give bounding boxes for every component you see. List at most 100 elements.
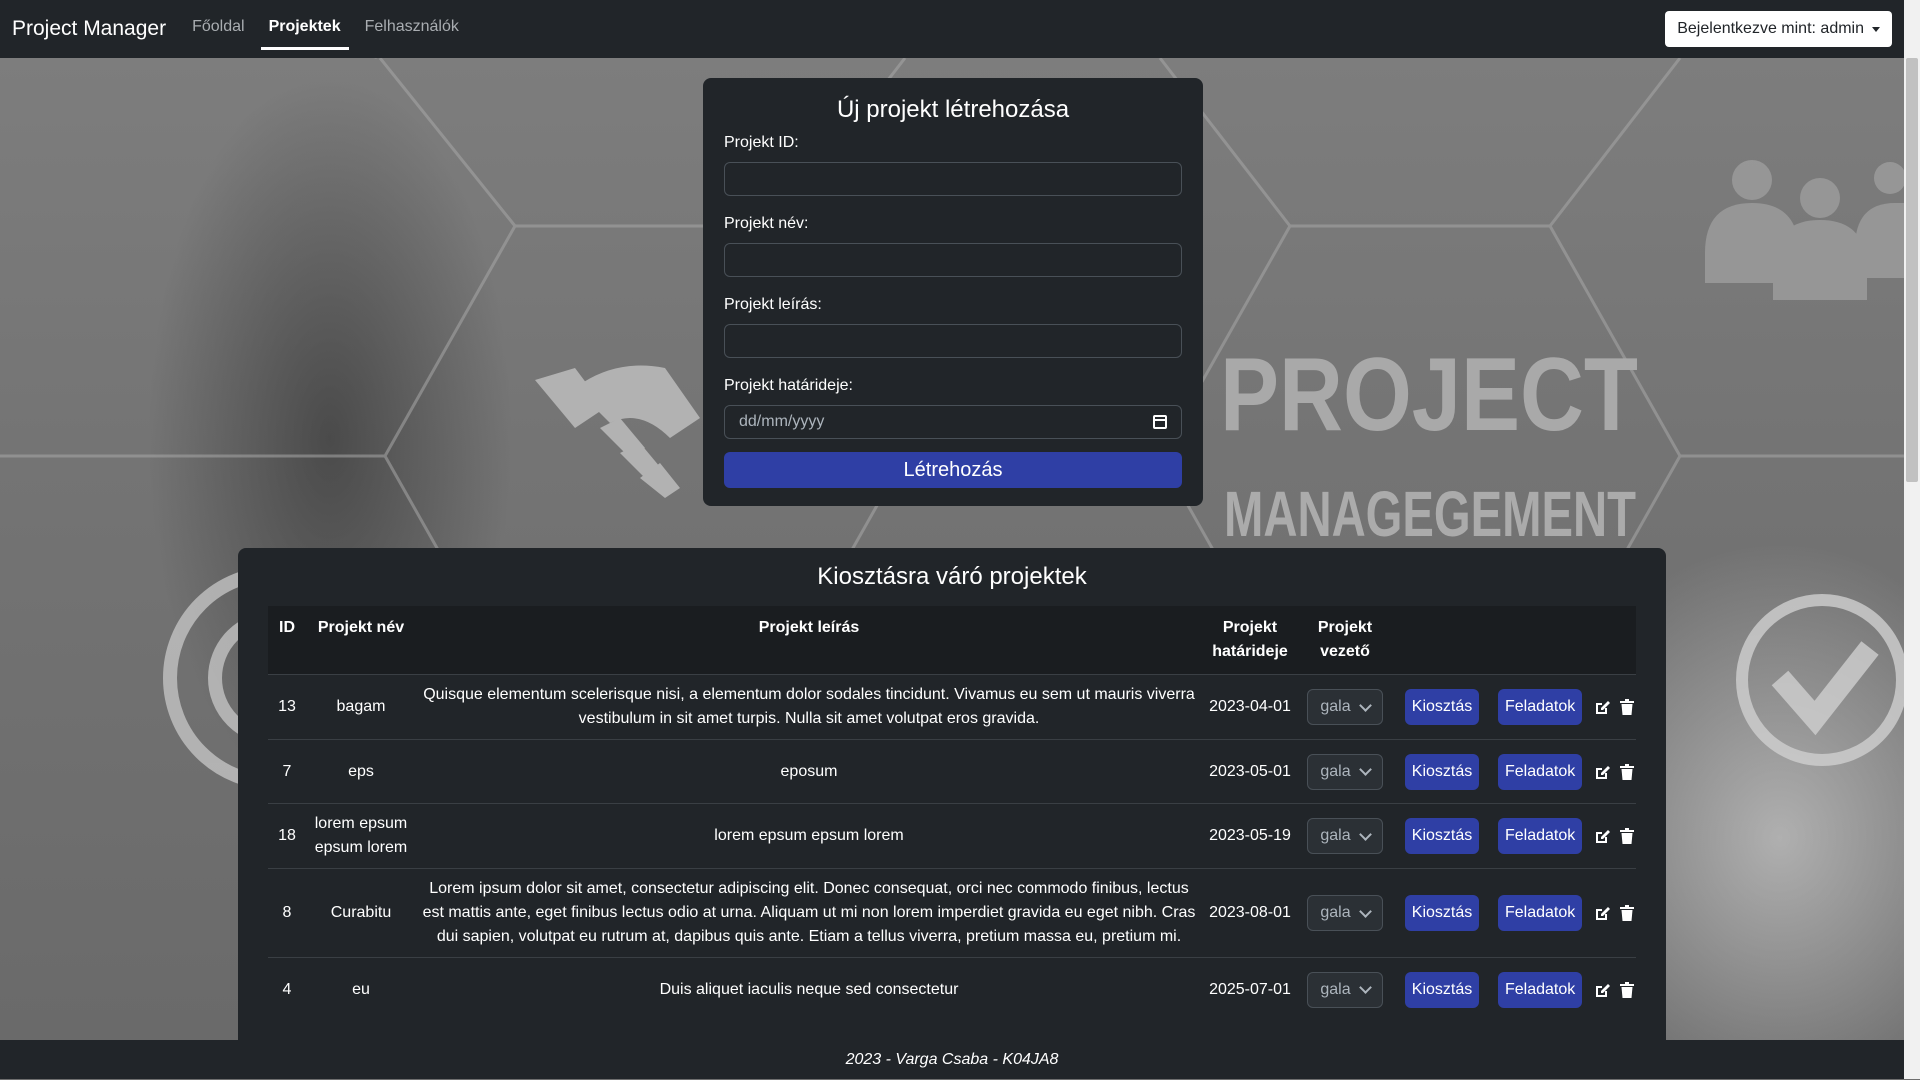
- cell-name: eps: [306, 739, 416, 804]
- bg-management-text: MANAGEGEMENT: [1224, 478, 1636, 550]
- leader-select[interactable]: gala: [1307, 753, 1383, 790]
- cell-actions: Feladatok: [1492, 674, 1636, 740]
- assign-button[interactable]: Kiosztás: [1404, 689, 1480, 725]
- chevron-down-icon: [1358, 698, 1372, 712]
- tasks-button[interactable]: Feladatok: [1498, 971, 1583, 1008]
- edit-icon[interactable]: [1594, 982, 1611, 998]
- cell-actions: Feladatok: [1492, 957, 1636, 1022]
- cell-deadline: 2023-04-01: [1202, 674, 1298, 740]
- tasks-button[interactable]: Feladatok: [1498, 753, 1583, 790]
- table-body: 13 bagam Quisque elementum scelerisque n…: [268, 674, 1636, 1022]
- cell-leader: gala: [1298, 803, 1392, 869]
- tasks-button[interactable]: Feladatok: [1498, 689, 1583, 725]
- leader-select-value: gala: [1320, 762, 1351, 780]
- cell-name: Curabitu: [306, 868, 416, 958]
- leader-select[interactable]: gala: [1307, 895, 1383, 931]
- create-project-button[interactable]: Létrehozás: [724, 452, 1182, 488]
- cell-actions: Feladatok: [1492, 739, 1636, 804]
- table-row: 13 bagam Quisque elementum scelerisque n…: [268, 674, 1636, 740]
- assign-button[interactable]: Kiosztás: [1404, 895, 1480, 931]
- edit-icon[interactable]: [1594, 828, 1611, 844]
- col-header-desc: Projekt leírás: [416, 606, 1202, 675]
- cell-leader: gala: [1298, 868, 1392, 958]
- leader-select-value: gala: [1320, 904, 1351, 921]
- project-deadline-label: Projekt határideje:: [724, 377, 853, 394]
- leader-select[interactable]: gala: [1307, 818, 1383, 854]
- cell-actions: Feladatok: [1492, 868, 1636, 958]
- cell-id: 7: [268, 739, 306, 804]
- assign-button[interactable]: Kiosztás: [1404, 818, 1480, 854]
- form-title: Új projekt létrehozása: [836, 96, 1070, 123]
- project-name-label: Projekt név:: [724, 215, 809, 232]
- pending-projects-card: Kiosztásra váró projektek ID Projekt név…: [238, 548, 1666, 1048]
- chevron-down-icon: [1358, 904, 1372, 918]
- edit-icon[interactable]: [1594, 764, 1611, 780]
- cell-id: 8: [268, 868, 306, 958]
- brand-link[interactable]: Project Manager: [12, 17, 166, 41]
- user-menu-label: Bejelentkezve mint: admin: [1677, 20, 1864, 37]
- trash-icon[interactable]: [1620, 828, 1635, 844]
- page-footer: 2023 - Varga Csaba - K04JA8: [0, 1040, 1904, 1079]
- cell-desc: Quisque elementum scelerisque nisi, a el…: [416, 674, 1202, 740]
- project-deadline-input[interactable]: dd/mm/yyyy: [724, 405, 1182, 439]
- project-name-input[interactable]: [724, 243, 1182, 277]
- assign-button[interactable]: Kiosztás: [1404, 753, 1480, 790]
- cell-assign: Kiosztás: [1392, 674, 1492, 740]
- trash-icon[interactable]: [1620, 699, 1635, 715]
- top-navbar: Project Manager Főoldal Projektek Felhas…: [0, 0, 1904, 58]
- col-header-id: ID: [268, 606, 306, 675]
- cell-leader: gala: [1298, 739, 1392, 804]
- trash-icon[interactable]: [1620, 981, 1635, 998]
- row-actions: Feladatok: [1498, 818, 1635, 854]
- cell-deadline: 2023-05-19: [1202, 803, 1298, 869]
- cell-assign: Kiosztás: [1392, 739, 1492, 804]
- row-actions: Feladatok: [1498, 971, 1635, 1008]
- deadline-placeholder: dd/mm/yyyy: [739, 413, 825, 430]
- project-id-input[interactable]: [724, 162, 1182, 196]
- caret-down-icon: [1872, 26, 1880, 32]
- table-row: 8 Curabitu Lorem ipsum dolor sit amet, c…: [268, 868, 1636, 958]
- table-row: 18 lorem epsum epsum lorem lorem epsum e…: [268, 803, 1636, 869]
- chevron-down-icon: [1358, 763, 1372, 776]
- nav-link-users[interactable]: Felhasználók: [357, 0, 467, 58]
- project-desc-input[interactable]: [724, 324, 1182, 358]
- cell-id: 18: [268, 803, 306, 869]
- col-header-actions: [1492, 606, 1636, 675]
- row-actions: Feladatok: [1498, 689, 1635, 725]
- bg-project-text: PROJECT: [1220, 337, 1638, 453]
- table-row: 4 eu Duis aliquet iaculis neque sed cons…: [268, 957, 1636, 1022]
- assign-button[interactable]: Kiosztás: [1404, 971, 1480, 1008]
- trash-icon[interactable]: [1620, 763, 1635, 780]
- cell-assign: Kiosztás: [1392, 957, 1492, 1022]
- col-header-leader: Projekt vezető: [1298, 606, 1392, 675]
- leader-select[interactable]: gala: [1307, 689, 1383, 725]
- tasks-button[interactable]: Feladatok: [1498, 818, 1583, 854]
- cell-desc: Lorem ipsum dolor sit amet, consectetur …: [416, 868, 1202, 958]
- nav-link-projects[interactable]: Projektek: [260, 0, 349, 58]
- leader-select-value: gala: [1320, 698, 1351, 715]
- scrollbar-thumb[interactable]: [1906, 58, 1918, 482]
- user-menu-button[interactable]: Bejelentkezve mint: admin: [1665, 11, 1892, 47]
- project-desc-label: Projekt leírás:: [724, 296, 822, 313]
- tasks-button[interactable]: Feladatok: [1498, 895, 1583, 931]
- col-header-deadline: Projekt határideje: [1202, 606, 1298, 675]
- leader-select[interactable]: gala: [1307, 971, 1383, 1008]
- cell-deadline: 2023-05-01: [1202, 739, 1298, 804]
- cell-desc: Duis aliquet iaculis neque sed consectet…: [416, 957, 1202, 1022]
- cell-desc: lorem epsum epsum lorem: [416, 803, 1202, 869]
- cell-name: lorem epsum epsum lorem: [306, 803, 416, 869]
- chevron-down-icon: [1358, 981, 1372, 995]
- page-scrollbar[interactable]: [1904, 0, 1920, 1079]
- cell-name: eu: [306, 957, 416, 1022]
- trash-icon[interactable]: [1620, 905, 1635, 921]
- cell-deadline: 2023-08-01: [1202, 868, 1298, 958]
- edit-icon[interactable]: [1594, 905, 1611, 921]
- chevron-down-icon: [1358, 827, 1372, 841]
- nav-link-home[interactable]: Főoldal: [184, 0, 252, 58]
- edit-icon[interactable]: [1594, 699, 1611, 715]
- calendar-icon[interactable]: [1153, 415, 1167, 429]
- cell-id: 13: [268, 674, 306, 740]
- col-header-name: Projekt név: [306, 606, 416, 675]
- row-actions: Feladatok: [1498, 753, 1635, 790]
- row-actions: Feladatok: [1498, 895, 1635, 931]
